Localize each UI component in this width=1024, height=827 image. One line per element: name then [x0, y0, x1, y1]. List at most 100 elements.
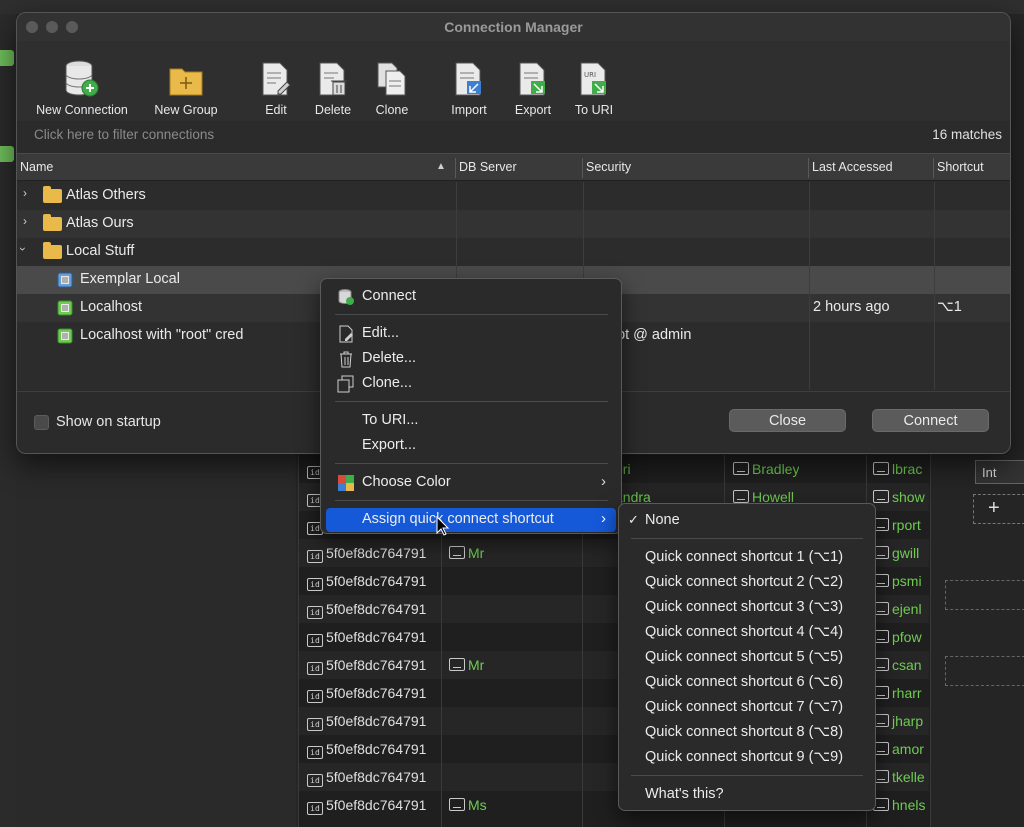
- menu-item-connect[interactable]: Connect: [326, 285, 616, 309]
- grid-id-cell: id 5f0ef8dc764791: [307, 629, 426, 647]
- submenu-item-whats-this[interactable]: What's this?: [624, 783, 870, 807]
- grid-cell: hnels: [873, 797, 929, 813]
- menu-item-export[interactable]: Export...: [326, 434, 616, 458]
- grid-cell: jharp: [873, 713, 929, 729]
- grid-value: tkelle: [892, 769, 925, 785]
- grid-cell: csan: [873, 657, 929, 673]
- menu-item-to-uri[interactable]: To URI...: [326, 409, 616, 433]
- filter-bar[interactable]: Click here to filter connections 16 matc…: [17, 121, 1010, 151]
- window-title: Connection Manager: [444, 19, 583, 35]
- new-connection-button[interactable]: New Connection: [33, 53, 131, 117]
- submenu-item-shortcut-3[interactable]: Quick connect shortcut 3 (⌥3): [624, 596, 870, 620]
- import-icon: [455, 62, 481, 96]
- edit-button[interactable]: Edit: [254, 53, 298, 117]
- table-row[interactable]: › Local Stuff: [17, 238, 1010, 266]
- grid-id-cell: id 5f0ef8dc764791: [307, 657, 426, 675]
- submenu-item-label: Quick connect shortcut 1 (⌥1): [645, 549, 844, 565]
- column-header-security[interactable]: Security: [586, 160, 631, 174]
- column-divider[interactable]: [455, 158, 456, 178]
- toolbar-label: Delete: [314, 103, 352, 117]
- id-type-icon: id: [307, 634, 323, 647]
- clone-button[interactable]: Clone: [369, 53, 415, 117]
- delete-button[interactable]: Delete: [310, 53, 356, 117]
- row-name: Atlas Ours: [66, 215, 134, 231]
- submenu-item-shortcut-4[interactable]: Quick connect shortcut 4 (⌥4): [624, 621, 870, 645]
- table-row[interactable]: › Atlas Others: [17, 182, 1010, 210]
- menu-item-assign-shortcut[interactable]: Assign quick connect shortcut ›: [326, 508, 616, 532]
- grid-cell: Mr: [449, 657, 484, 673]
- column-header-shortcut[interactable]: Shortcut: [937, 160, 984, 174]
- menu-item-edit[interactable]: Edit...: [326, 322, 616, 346]
- to-uri-button[interactable]: URI To URI: [571, 53, 617, 117]
- folder-icon: [43, 242, 62, 259]
- grid-value: csan: [892, 657, 922, 673]
- background-drop-zone: [945, 580, 1024, 610]
- chevron-right-icon[interactable]: ›: [23, 186, 27, 200]
- submenu-item-label: Quick connect shortcut 4 (⌥4): [645, 624, 844, 640]
- table-row[interactable]: › Atlas Ours: [17, 210, 1010, 238]
- toolbar-label: Clone: [375, 103, 409, 117]
- column-header-name[interactable]: Name: [20, 160, 53, 174]
- submenu-item-shortcut-6[interactable]: Quick connect shortcut 6 (⌥6): [624, 671, 870, 695]
- row-name: Localhost: [80, 299, 143, 315]
- toolbar-label: To URI: [574, 103, 614, 117]
- menu-item-choose-color[interactable]: Choose Color ›: [326, 471, 616, 495]
- row-name: Atlas Others: [66, 187, 146, 203]
- grid-id-value: 5f0ef8dc764791: [326, 713, 427, 729]
- menu-item-delete[interactable]: Delete...: [326, 347, 616, 371]
- background-drop-zone: [945, 656, 1024, 686]
- chevron-right-icon[interactable]: ›: [23, 214, 27, 228]
- column-header-db-server[interactable]: DB Server: [459, 160, 517, 174]
- grid-id-value: 5f0ef8dc764791: [326, 629, 427, 645]
- menu-separator: [335, 314, 608, 315]
- string-type-icon: [873, 490, 889, 503]
- submenu-item-shortcut-8[interactable]: Quick connect shortcut 8 (⌥8): [624, 721, 870, 745]
- show-on-startup-checkbox[interactable]: [34, 415, 49, 430]
- grid-cell: lbrac: [873, 461, 929, 477]
- grid-value: show: [892, 489, 925, 505]
- export-button[interactable]: Export: [509, 53, 557, 117]
- column-divider[interactable]: [582, 158, 583, 178]
- menu-item-clone[interactable]: Clone...: [326, 372, 616, 396]
- toolbar-label: New Connection: [36, 103, 128, 117]
- menu-item-label: Delete...: [362, 350, 416, 366]
- submenu-item-shortcut-5[interactable]: Quick connect shortcut 5 (⌥5): [624, 646, 870, 670]
- database-connect-icon: [338, 289, 354, 305]
- filter-input[interactable]: Click here to filter connections: [34, 127, 214, 142]
- grid-value: ejenl: [892, 601, 922, 617]
- close-button[interactable]: Close: [729, 409, 846, 432]
- string-type-icon: [733, 462, 749, 475]
- string-type-icon: [449, 798, 465, 811]
- submenu-item-shortcut-9[interactable]: Quick connect shortcut 9 (⌥9): [624, 746, 870, 770]
- import-button[interactable]: Import: [445, 53, 493, 117]
- submenu-item-shortcut-1[interactable]: Quick connect shortcut 1 (⌥1): [624, 546, 870, 570]
- menu-separator: [631, 775, 863, 776]
- submenu-item-none[interactable]: ✓ None: [624, 509, 870, 533]
- grid-value: rharr: [892, 685, 922, 701]
- submenu-arrow-icon: ›: [601, 510, 606, 527]
- chevron-down-icon[interactable]: ›: [17, 247, 30, 251]
- submenu-item-label: Quick connect shortcut 2 (⌥2): [645, 574, 844, 590]
- column-divider[interactable]: [808, 158, 809, 178]
- new-group-button[interactable]: New Group: [147, 53, 225, 117]
- column-header-last-accessed[interactable]: Last Accessed: [812, 160, 893, 174]
- checkmark-icon: ✓: [628, 512, 639, 527]
- grid-id-cell: id 5f0ef8dc764791: [307, 713, 426, 731]
- grid-id-cell: id 5f0ef8dc764791: [307, 769, 426, 787]
- connect-button[interactable]: Connect: [872, 409, 989, 432]
- background-field-label: Int: [982, 465, 997, 480]
- menu-item-label: Assign quick connect shortcut: [362, 511, 554, 527]
- submenu-item-label: Quick connect shortcut 7 (⌥7): [645, 699, 844, 715]
- grid-id-cell: id 5f0ef8dc764791: [307, 601, 426, 619]
- submenu-item-shortcut-7[interactable]: Quick connect shortcut 7 (⌥7): [624, 696, 870, 720]
- string-type-icon: [449, 546, 465, 559]
- background-field: Int: [975, 460, 1024, 484]
- grid-value: Ms: [468, 797, 487, 813]
- show-on-startup-label[interactable]: Show on startup: [56, 414, 161, 430]
- grid-value: amor: [892, 741, 924, 757]
- submenu-item-label: Quick connect shortcut 6 (⌥6): [645, 674, 844, 690]
- grid-value: pfow: [892, 629, 922, 645]
- string-type-icon: [873, 462, 889, 475]
- submenu-item-shortcut-2[interactable]: Quick connect shortcut 2 (⌥2): [624, 571, 870, 595]
- column-divider[interactable]: [933, 158, 934, 178]
